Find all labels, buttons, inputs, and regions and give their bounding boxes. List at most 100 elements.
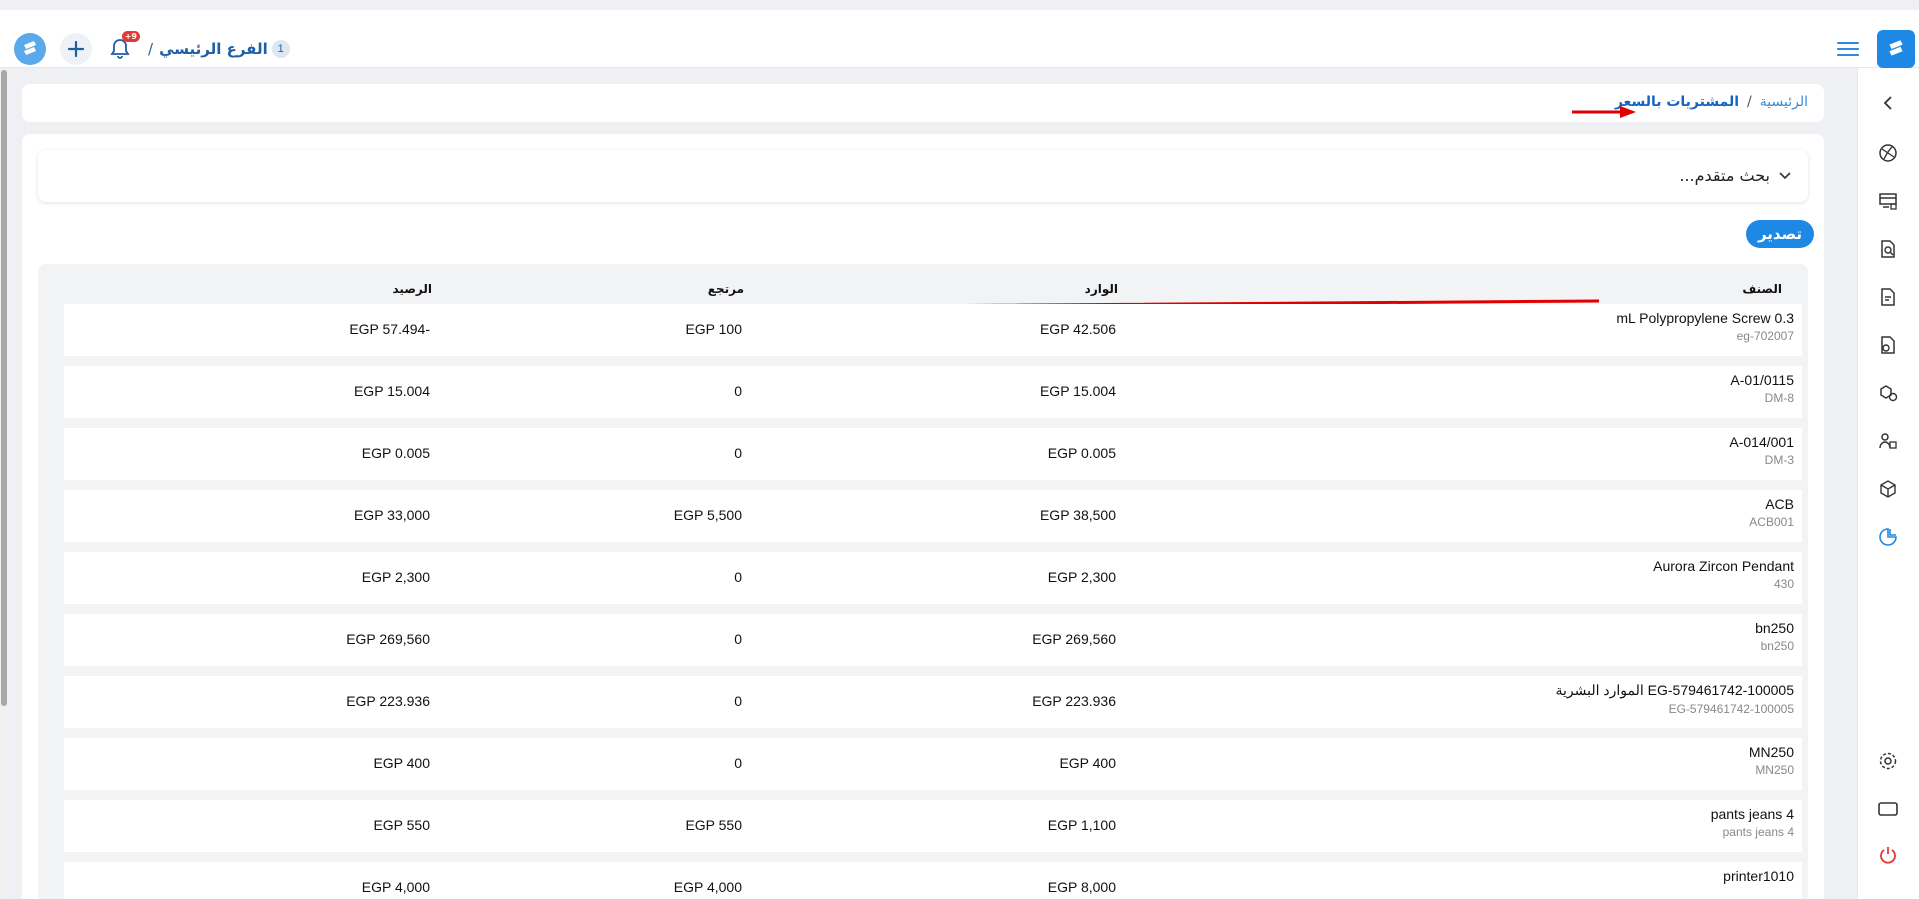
incoming-value: EGP 269,560 <box>1032 631 1116 647</box>
table-row[interactable]: A-014/001 DM-3 EGP 0.005 0 EGP 0.005 <box>64 428 1802 480</box>
top-bar: +9 1 الفرع الرئيسي / <box>0 0 1919 68</box>
power-icon[interactable] <box>1877 844 1899 866</box>
reports-chart-icon[interactable] <box>1877 526 1899 548</box>
returned-value: 0 <box>734 445 742 461</box>
balance-value: EGP 269,560 <box>346 631 430 647</box>
item-code: DM-3 <box>1764 453 1794 467</box>
breadcrumb: الرئيسية / المشتريات بالسعر <box>1615 94 1808 110</box>
table-row[interactable]: EG-579461742-100005 الموارد البشرية EG-57… <box>64 676 1802 728</box>
main-panel: بحث متقدم... تصدير الصنف الوارد مرتجع ال… <box>22 134 1824 899</box>
item-code: 430 <box>1773 577 1794 591</box>
page-scrollbar[interactable] <box>0 68 8 899</box>
incoming-value: EGP 1,100 <box>1047 817 1116 833</box>
incoming-value: EGP 2,300 <box>1047 569 1116 585</box>
report-table: الصنف الوارد مرتجع الرصيد mL Polypropyle… <box>38 264 1808 899</box>
returned-value: 0 <box>734 569 742 585</box>
returned-value: EGP 4,000 <box>673 879 742 895</box>
branch-name: الفرع الرئيسي <box>159 40 268 58</box>
returned-value: EGP 100 <box>685 321 742 337</box>
item-name: EG-579461742-100005 الموارد البشرية <box>1555 682 1795 698</box>
item-name: mL Polypropylene Screw 0.3 <box>1616 310 1794 326</box>
returned-value: 0 <box>734 755 742 771</box>
balance-value: EGP 223.936 <box>346 693 430 709</box>
export-button[interactable]: تصدير <box>1745 220 1814 248</box>
app-logo-icon[interactable] <box>14 33 46 65</box>
table-row[interactable]: ACB ACB001 EGP 38,500 EGP 5,500 EGP 33,00… <box>64 490 1802 542</box>
incoming-value: EGP 8,000 <box>1047 879 1116 895</box>
invoice-icon[interactable] <box>1877 286 1899 308</box>
sidebar <box>1857 68 1919 899</box>
window-icon[interactable] <box>1877 798 1899 820</box>
globe-icon[interactable] <box>1877 142 1899 164</box>
incoming-value: EGP 15.004 <box>1039 383 1116 399</box>
branch-separator: / <box>148 40 154 58</box>
table-row[interactable]: A-01/0115 DM-8 EGP 15.004 0 EGP 15.004 <box>64 366 1802 418</box>
document-user-icon[interactable] <box>1877 334 1899 356</box>
item-code: EG-579461742-100005 <box>1668 702 1794 716</box>
item-name: ACB <box>1765 496 1794 512</box>
breadcrumb-card: الرئيسية / المشتريات بالسعر <box>22 84 1824 122</box>
brand-logo-icon[interactable] <box>1877 30 1915 68</box>
header-returned: مرتجع <box>707 282 744 296</box>
balance-value: EGP 0.005 <box>361 445 430 461</box>
item-code: DM-8 <box>1764 391 1794 405</box>
balance-value: EGP 2,300 <box>361 569 430 585</box>
item-code: pants jeans 4 <box>1722 825 1794 839</box>
returned-value: 0 <box>734 631 742 647</box>
item-code: bn250 <box>1760 639 1794 653</box>
branch-number: 1 <box>271 40 290 58</box>
item-name: pants jeans 4 <box>1710 806 1794 822</box>
plus-icon <box>67 40 85 58</box>
breadcrumb-separator: / <box>1747 94 1752 110</box>
advanced-search-toggle[interactable]: بحث متقدم... <box>38 150 1808 202</box>
table-row[interactable]: bn250 bn250 EGP 269,560 0 EGP 269,560 <box>64 614 1802 666</box>
incoming-value: EGP 0.005 <box>1047 445 1116 461</box>
settings-icon[interactable] <box>1877 750 1899 772</box>
search-doc-icon[interactable] <box>1877 238 1899 260</box>
incoming-value: EGP 42.506 <box>1039 321 1116 337</box>
returned-value: 0 <box>734 693 742 709</box>
item-name: A-014/001 <box>1729 434 1794 450</box>
incoming-value: EGP 223.936 <box>1032 693 1116 709</box>
advanced-search-label: بحث متقدم... <box>1679 166 1770 185</box>
table-row[interactable]: MN250 MN250 EGP 400 0 EGP 400 <box>64 738 1802 790</box>
balance-value: EGP 4,000 <box>361 879 430 895</box>
table-row[interactable]: pants jeans 4 pants jeans 4 EGP 1,100 EGP… <box>64 800 1802 852</box>
header-incoming: الوارد <box>1084 282 1118 296</box>
chevron-down-icon <box>1779 171 1791 179</box>
table-row[interactable]: mL Polypropylene Screw 0.3 eg-702007 EGP … <box>64 304 1802 356</box>
table-row[interactable]: printer1010 EGP 8,000 EGP 4,000 EGP 4,00… <box>64 862 1802 899</box>
table-row[interactable]: Aurora Zircon Pendant 430 EGP 2,300 0 EGP… <box>64 552 1802 604</box>
item-code: MN250 <box>1755 763 1794 777</box>
balance-value: EGP 57.494- <box>349 321 430 337</box>
returned-value: 0 <box>734 383 742 399</box>
item-code: eg-702007 <box>1736 329 1794 343</box>
incoming-value: EGP 38,500 <box>1039 507 1116 523</box>
menu-toggle-icon[interactable] <box>1837 38 1859 60</box>
item-name: bn250 <box>1755 620 1794 636</box>
breadcrumb-home-link[interactable]: الرئيسية <box>1760 94 1808 110</box>
collapse-arrow-icon[interactable] <box>1877 92 1899 114</box>
notification-badge: +9 <box>121 31 140 42</box>
header-balance: الرصيد <box>392 282 432 296</box>
users-settings-icon[interactable] <box>1877 430 1899 452</box>
item-code: ACB001 <box>1749 515 1794 529</box>
item-name: MN250 <box>1748 744 1794 760</box>
boxes-icon[interactable] <box>1877 382 1899 404</box>
annotation-arrow-icon <box>1572 106 1636 118</box>
header-item: الصنف <box>1742 282 1782 296</box>
add-button[interactable] <box>60 33 92 65</box>
item-name: Aurora Zircon Pendant <box>1653 558 1794 574</box>
branch-selector[interactable]: 1 الفرع الرئيسي / <box>148 40 290 58</box>
item-name: A-01/0115 <box>1730 372 1794 388</box>
notifications-button[interactable]: +9 <box>106 31 140 63</box>
balance-value: EGP 550 <box>373 817 430 833</box>
package-icon[interactable] <box>1877 478 1899 500</box>
balance-value: EGP 33,000 <box>353 507 430 523</box>
item-name: printer1010 <box>1723 868 1794 884</box>
balance-value: EGP 15.004 <box>353 383 430 399</box>
scrollbar-thumb[interactable] <box>1 70 7 706</box>
pos-icon[interactable] <box>1877 190 1899 212</box>
incoming-value: EGP 400 <box>1059 755 1116 771</box>
returned-value: EGP 5,500 <box>673 507 742 523</box>
